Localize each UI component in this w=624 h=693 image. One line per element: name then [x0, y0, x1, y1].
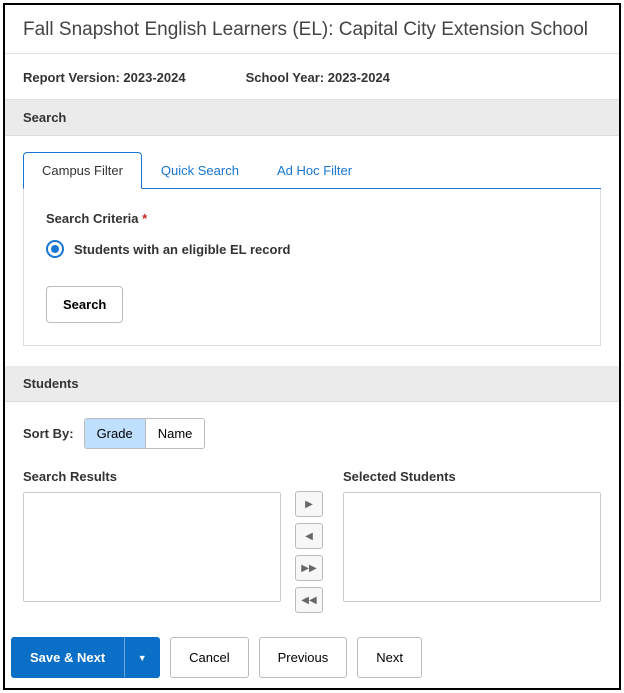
tab-campus-filter[interactable]: Campus Filter — [23, 152, 142, 189]
report-version-value: 2023-2024 — [123, 70, 185, 85]
radio-eligible-el[interactable] — [46, 240, 64, 258]
sort-by-label: Sort By: — [23, 426, 74, 441]
radio-option-row[interactable]: Students with an eligible EL record — [46, 240, 578, 258]
tabs-bar: Campus Filter Quick Search Ad Hoc Filter — [23, 152, 601, 189]
add-button[interactable]: ▶ — [295, 491, 323, 517]
search-results-label: Search Results — [23, 469, 281, 484]
tab-content-campus-filter: Search Criteria * Students with an eligi… — [23, 189, 601, 346]
school-year-value: 2023-2024 — [328, 70, 390, 85]
next-button[interactable]: Next — [357, 637, 422, 678]
transfer-buttons: ▶ ◀ ▶▶ ◀◀ — [295, 469, 329, 613]
sort-toggle-group: Grade Name — [84, 418, 206, 449]
sort-grade-button[interactable]: Grade — [85, 419, 145, 448]
cancel-button[interactable]: Cancel — [170, 637, 248, 678]
students-body: Sort By: Grade Name Search Results ▶ ◀ ▶… — [5, 402, 619, 627]
required-marker: * — [142, 211, 147, 226]
double-chevron-right-icon: ▶▶ — [301, 563, 316, 574]
report-version-label: Report Version: — [23, 70, 120, 85]
report-version: Report Version: 2023-2024 — [23, 70, 186, 85]
page-container: Fall Snapshot English Learners (EL): Cap… — [3, 3, 621, 690]
meta-row: Report Version: 2023-2024 School Year: 2… — [23, 70, 601, 85]
radio-dot-icon — [51, 245, 59, 253]
add-all-button[interactable]: ▶▶ — [295, 555, 323, 581]
remove-button[interactable]: ◀ — [295, 523, 323, 549]
selected-students-label: Selected Students — [343, 469, 601, 484]
transfer-grid: Search Results ▶ ◀ ▶▶ ◀◀ Selected Studen… — [23, 469, 601, 613]
search-results-list[interactable] — [23, 492, 281, 602]
radio-label: Students with an eligible EL record — [74, 242, 290, 257]
tabs-container: Campus Filter Quick Search Ad Hoc Filter… — [5, 136, 619, 346]
search-section-header: Search — [5, 100, 619, 136]
tab-ad-hoc-filter[interactable]: Ad Hoc Filter — [258, 152, 371, 188]
primary-button-group: Save & Next ▼ — [11, 637, 160, 678]
search-results-col: Search Results — [23, 469, 281, 602]
chevron-down-icon: ▼ — [138, 653, 147, 663]
double-chevron-left-icon: ◀◀ — [301, 595, 316, 606]
save-next-dropdown[interactable]: ▼ — [124, 637, 160, 678]
sort-name-button[interactable]: Name — [145, 419, 205, 448]
report-meta: Report Version: 2023-2024 School Year: 2… — [5, 54, 619, 100]
school-year: School Year: 2023-2024 — [246, 70, 390, 85]
selected-students-list[interactable] — [343, 492, 601, 602]
title-section: Fall Snapshot English Learners (EL): Cap… — [5, 5, 619, 54]
chevron-left-icon: ◀ — [305, 531, 313, 542]
students-section-header: Students — [5, 366, 619, 402]
chevron-right-icon: ▶ — [305, 499, 313, 510]
criteria-text: Search Criteria — [46, 211, 139, 226]
sort-row: Sort By: Grade Name — [23, 418, 601, 449]
previous-button[interactable]: Previous — [259, 637, 348, 678]
tab-quick-search[interactable]: Quick Search — [142, 152, 258, 188]
remove-all-button[interactable]: ◀◀ — [295, 587, 323, 613]
search-button[interactable]: Search — [46, 286, 123, 323]
page-title: Fall Snapshot English Learners (EL): Cap… — [23, 19, 601, 41]
search-criteria-label: Search Criteria * — [46, 211, 578, 226]
school-year-label: School Year: — [246, 70, 325, 85]
save-next-button[interactable]: Save & Next — [11, 637, 124, 678]
footer-bar: Save & Next ▼ Cancel Previous Next — [5, 627, 619, 688]
selected-students-col: Selected Students — [343, 469, 601, 602]
